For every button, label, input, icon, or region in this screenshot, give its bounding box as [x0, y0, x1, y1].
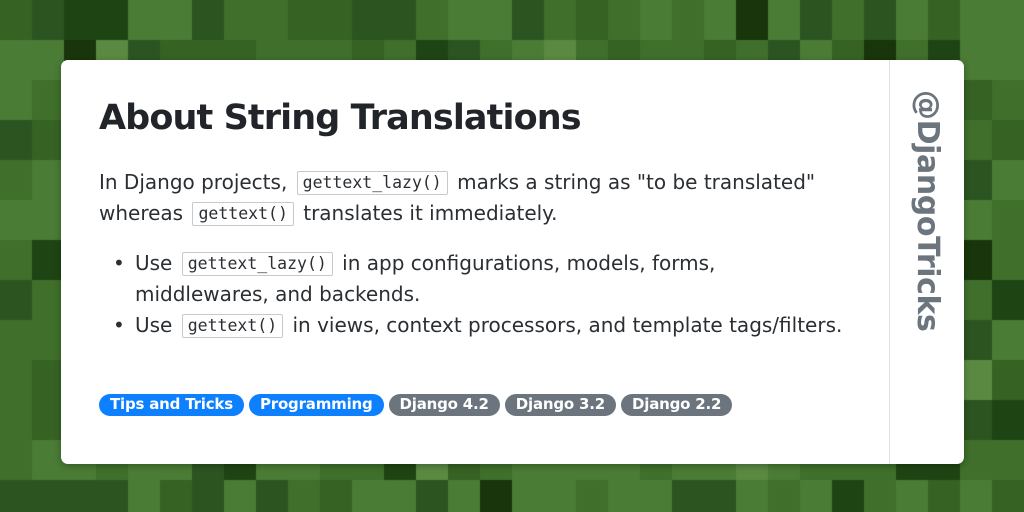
tag-badge[interactable]: Tips and Tricks [99, 394, 244, 416]
card-main-column: About String Translations In Django proj… [61, 60, 889, 464]
bullet-prefix: Use [135, 251, 173, 276]
list-item: Use gettext() in views, context processo… [99, 310, 851, 341]
intro-paragraph: In Django projects, gettext_lazy() marks… [99, 167, 851, 229]
intro-text-part-1: In Django projects, [99, 170, 288, 195]
tag-badge[interactable]: Django 3.2 [504, 394, 616, 416]
card-side-column: @DjangoTricks [889, 60, 964, 464]
bullet-prefix: Use [135, 313, 173, 338]
tag-badge[interactable]: Programming [248, 394, 384, 416]
tag-badge[interactable]: Django 2.2 [621, 394, 733, 416]
inline-code-gettext-lazy: gettext_lazy() [296, 171, 448, 196]
usage-list: Use gettext_lazy() in app configurations… [99, 248, 851, 341]
inline-code-gettext: gettext() [181, 314, 284, 339]
list-item: Use gettext_lazy() in app configurations… [99, 248, 851, 309]
inline-code-gettext: gettext() [192, 202, 294, 227]
inline-code-gettext-lazy: gettext_lazy() [181, 252, 333, 277]
tag-badge[interactable]: Django 4.2 [388, 394, 500, 416]
bullet-suffix: in views, context processors, and templa… [292, 313, 843, 338]
content-card: About String Translations In Django proj… [61, 60, 964, 464]
page-title: About String Translations [99, 98, 582, 138]
intro-text-part-3: translates it immediately. [303, 201, 558, 226]
author-handle: @DjangoTricks [910, 90, 945, 332]
tag-list: Tips and Tricks Programming Django 4.2 Djan… [99, 394, 733, 416]
